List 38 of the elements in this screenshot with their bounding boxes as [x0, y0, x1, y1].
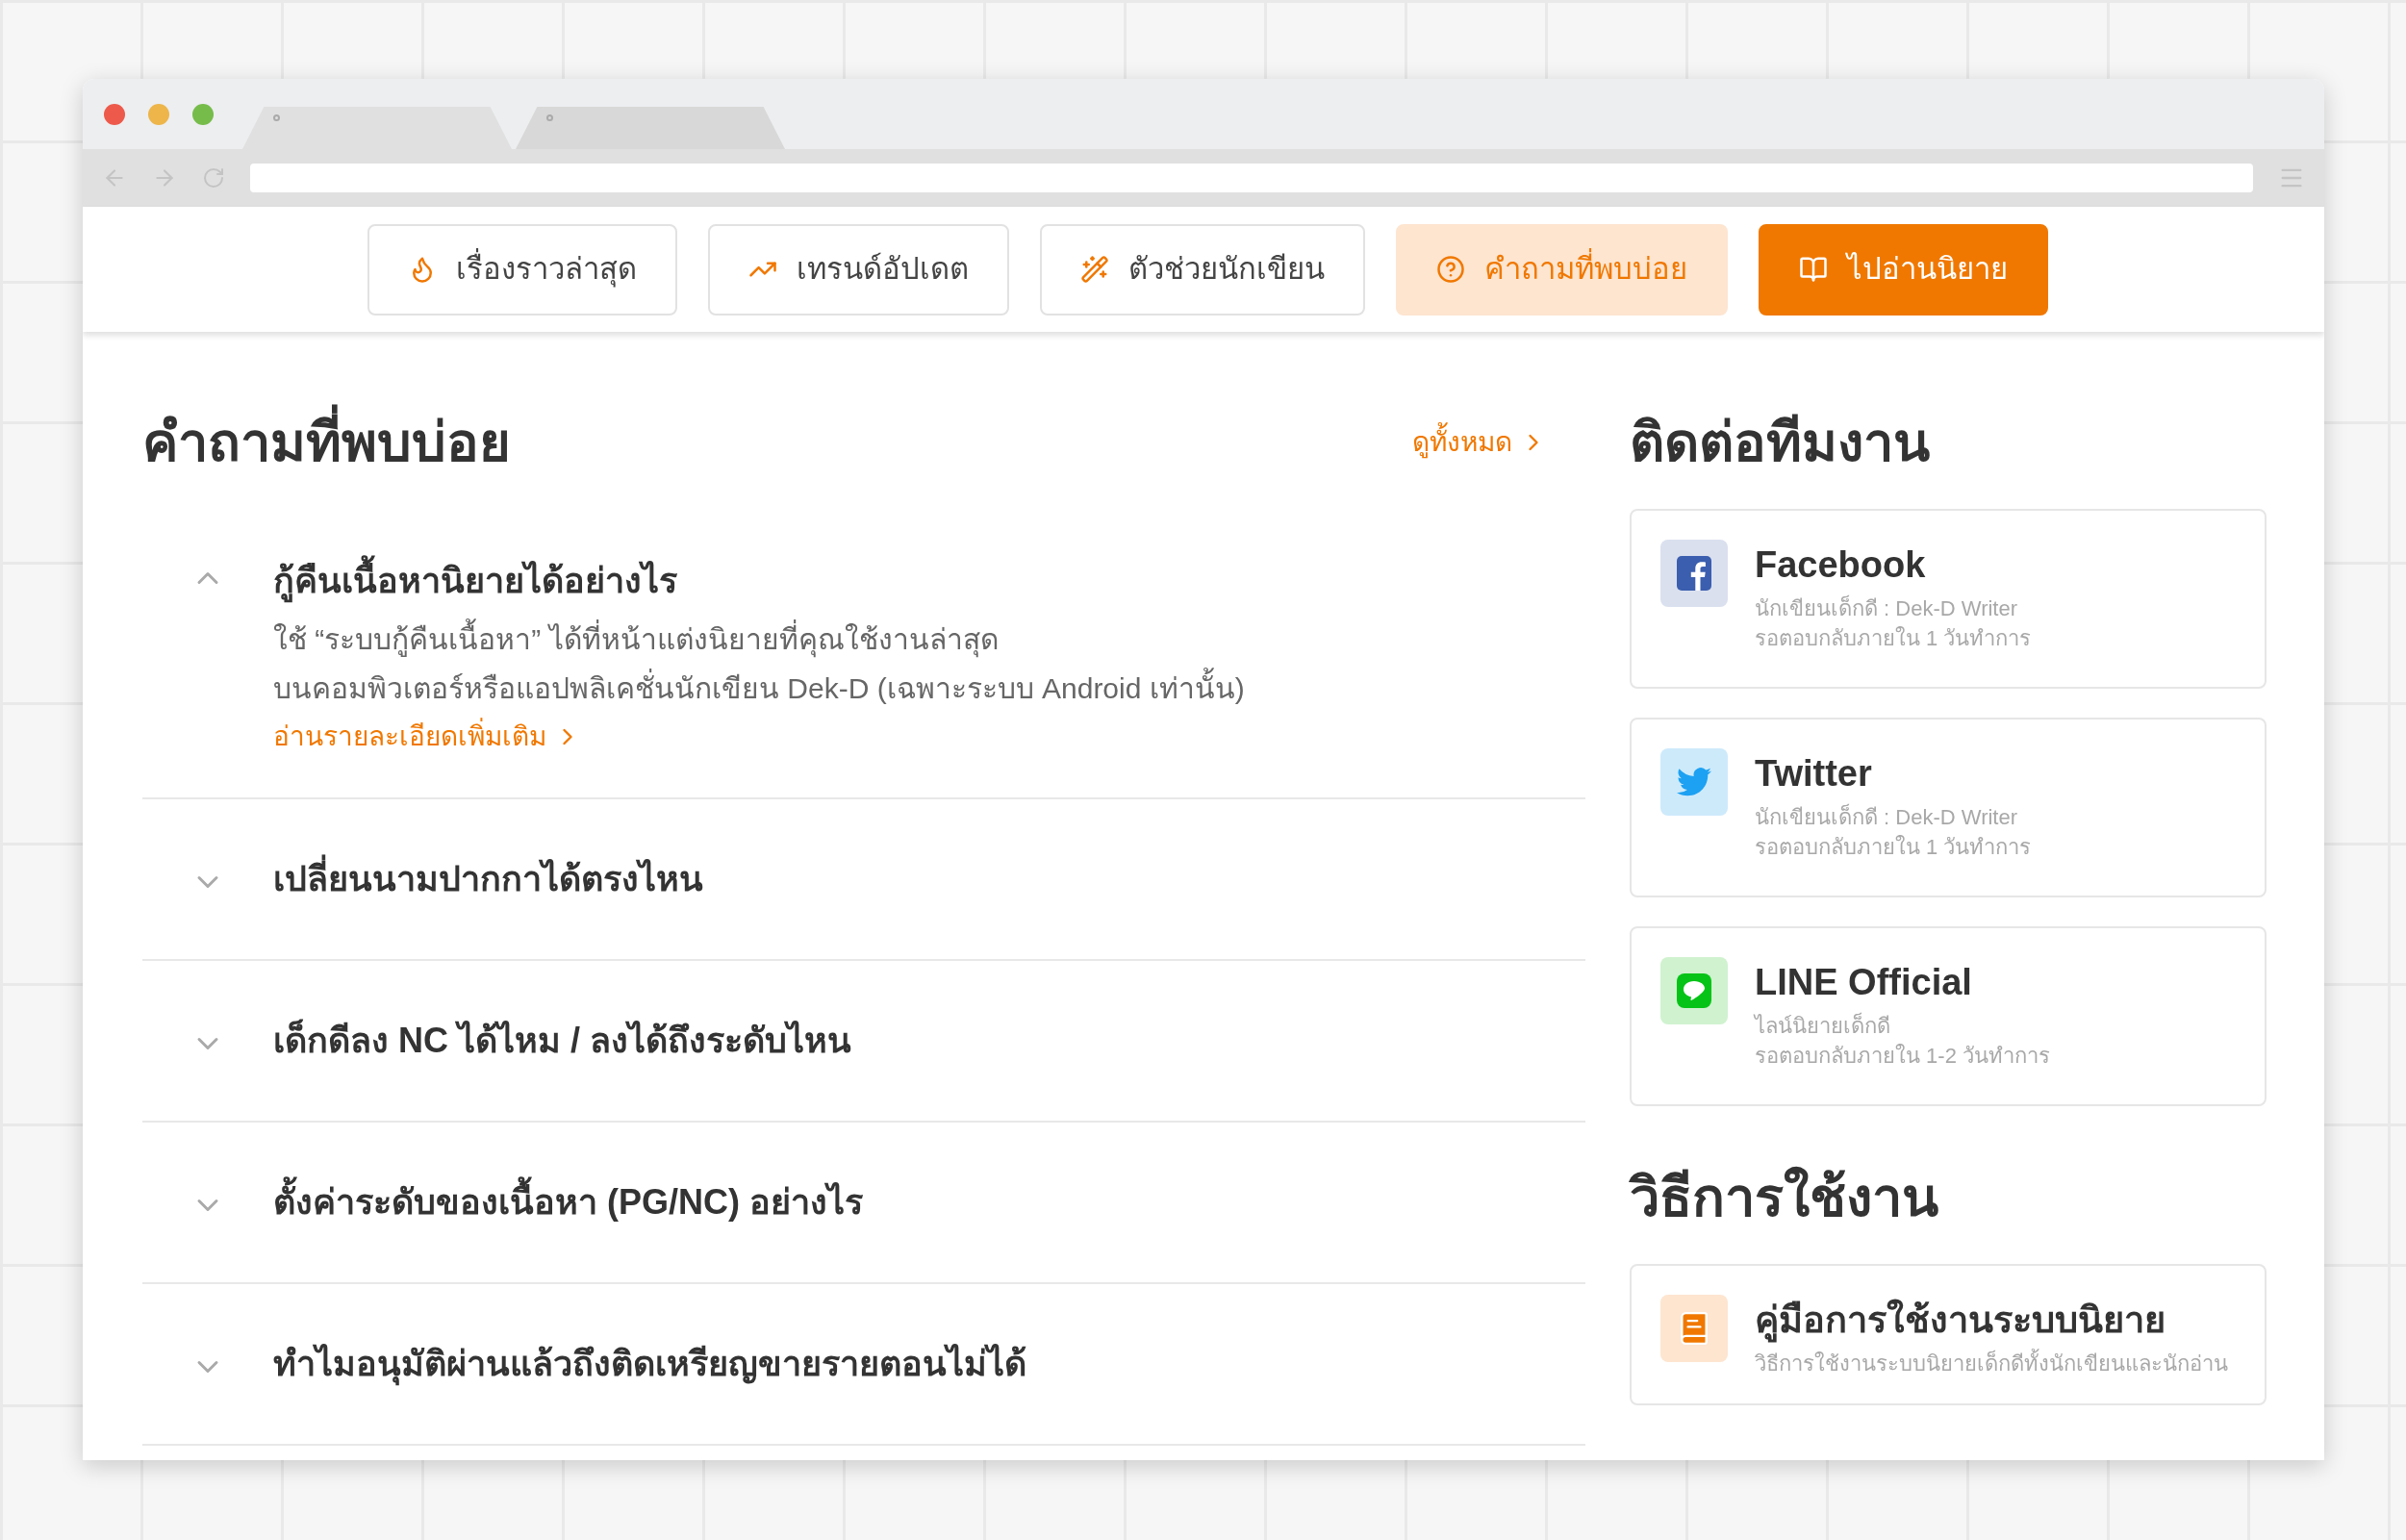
faq-item[interactable]: ตั้งค่าระดับของเนื้อหา (PG/NC) อย่างไร — [142, 1123, 1585, 1284]
faq-question: เปลี่ยนนามปากกาได้ตรงไหน — [273, 847, 703, 911]
contact-card[interactable]: Facebook นักเขียนเด็กดี : Dek-D Writer รอตอบกลับภายใน 1 วันทำการ — [1630, 509, 2267, 689]
faq-question: ตั้งค่าระดับของเนื้อหา (PG/NC) อย่างไร — [273, 1171, 863, 1234]
info-book-icon — [1660, 1295, 1728, 1362]
faq-item[interactable]: เด็กดีลง NC ได้ไหม / ลงได้ถึงระดับไหน — [142, 961, 1585, 1123]
section-title: วิธีการใช้งาน — [1630, 1165, 1939, 1229]
card-title: Twitter — [1755, 752, 1873, 795]
card-title: LINE Official — [1755, 961, 1973, 1004]
card-description: นักเขียนเด็กดี : Dek-D Writer รอตอบกลับภายใน 1 วันทำการ — [1755, 593, 2032, 652]
book-icon — [1798, 255, 1828, 284]
guide-card[interactable]: คู่มือการใช้งานระบบนิยาย วิธีการใช้งานระบบนิยายเด็กดีทั้งนักเขียนและนักอ่าน — [1630, 1264, 2267, 1405]
facebook-icon — [1660, 540, 1728, 607]
nav-button[interactable]: เรื่องราวล่าสุด — [367, 223, 677, 316]
faq-question: ทำไมอนุมัติผ่านแล้วถึงติดเหรียญขายรายตอนไม่ได้ — [273, 1332, 1026, 1396]
card-description: นักเขียนเด็กดี : Dek-D Writer รอตอบกลับภายใน 1 วันทำการ — [1755, 802, 2032, 861]
faq-answer: ใช้ “ระบบกู้คืนเนื้อหา” ได้ที่หน้าแต่งนิยายที่คุณใช้งานล่าสุด บนคอมพิวเตอร์หรือแอปพลิเคชั่นนักเขียน Dek-D (เฉพาะระบบ Android เท่านั้น) — [273, 615, 1245, 713]
address-bar[interactable] — [250, 164, 2253, 192]
faq-item[interactable]: กู้คืนเนื้อหานิยายได้อย่างไร ใช้ “ระบบกู้คืนเนื้อหา” ได้ที่หน้าแต่งนิยายที่คุณใช้งานล่าสุด บนคอมพิวเตอร์หรือแอปพลิเคชั่นนักเขียน Dek-D (เฉพาะระบบ Android เท่านั้น) อ่านรายละเอียดเพิ่มเติม — [142, 520, 1585, 799]
nav-button[interactable]: ตัวช่วยนักเขียน — [1039, 223, 1365, 316]
card-description: ไลน์นิยายเด็กดี รอตอบกลับภายใน 1-2 วันทำการ — [1755, 1011, 2051, 1070]
faq-question: กู้คืนเนื้อหานิยายได้อย่างไร — [273, 549, 1245, 613]
card-title: คู่มือการใช้งานระบบนิยาย — [1755, 1295, 2228, 1345]
faq-item[interactable]: ทำไมอนุมัติผ่านแล้วถึงติดเหรียญขายรายตอนไม่ได้ — [142, 1284, 1585, 1446]
section-title: ติดต่อทีมงาน — [1630, 411, 1931, 474]
card-title: Facebook — [1755, 543, 1927, 587]
reload-icon[interactable] — [202, 166, 225, 189]
help-icon — [1435, 255, 1465, 284]
contact-card[interactable]: LINE Official ไลน์นิยายเด็กดี รอตอบกลับภายใน 1-2 วันทำการ — [1630, 926, 2267, 1106]
contact-card[interactable]: Twitter นักเขียนเด็กดี : Dek-D Writer รอตอบกลับภายใน 1 วันทำการ — [1630, 718, 2267, 897]
faq-question: เด็กดีลง NC ได้ไหม / ลงได้ถึงระดับไหน — [273, 1018, 851, 1062]
card-description: วิธีการใช้งานระบบนิยายเด็กดีทั้งนักเขียนและนักอ่าน — [1755, 1349, 2228, 1378]
chat-bubble-icon — [1660, 957, 1728, 1024]
magic-wand-icon — [1079, 255, 1109, 284]
nav-button[interactable]: เทรนด์อัปเดต — [707, 223, 1009, 316]
bird-icon — [1660, 748, 1728, 816]
section-title: คำถามที่พบบ่อย — [142, 399, 511, 486]
faq-item[interactable]: เปลี่ยนนามปากกาได้ตรงไหน — [142, 799, 1585, 961]
